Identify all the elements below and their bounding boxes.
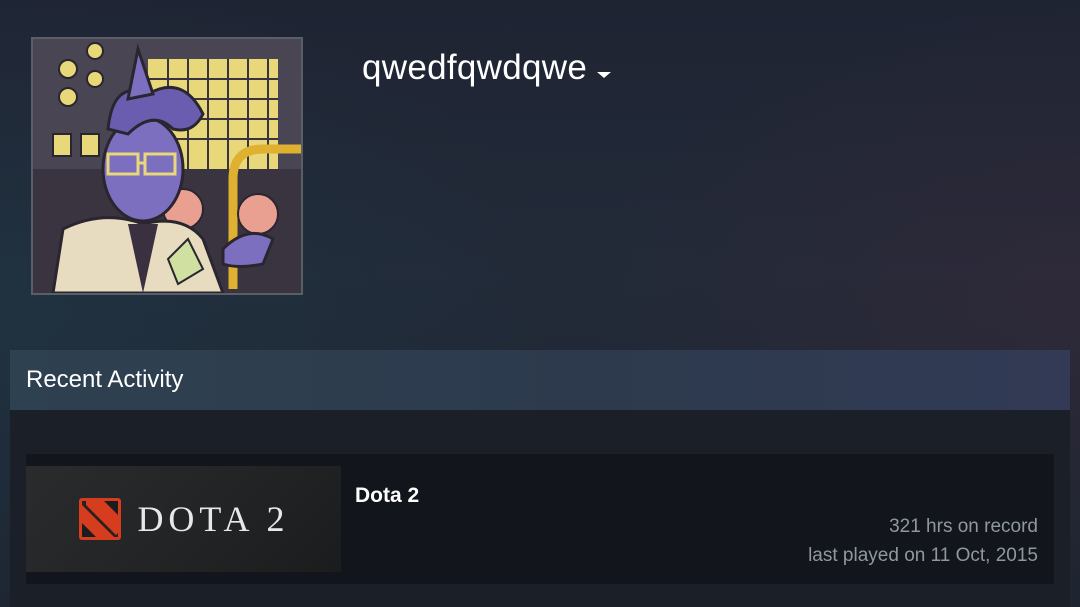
recent-activity-header: Recent Activity bbox=[10, 350, 1070, 410]
game-hours-on-record: 321 hrs on record bbox=[889, 516, 1038, 537]
game-name-link[interactable]: Dota 2 bbox=[355, 484, 419, 508]
avatar-illustration-icon bbox=[33, 39, 301, 293]
profile-avatar[interactable] bbox=[31, 37, 303, 295]
dota-wordmark: DOTA 2 bbox=[137, 499, 290, 539]
persona-name: qwedfqwdqwe bbox=[362, 48, 588, 87]
recent-activity-panel: Recent Activity DOTA 2 Dota 2 321 hrs on… bbox=[10, 350, 1070, 607]
persona-name-dropdown[interactable]: qwedfqwdqwe bbox=[362, 48, 612, 88]
game-capsule[interactable]: DOTA 2 bbox=[26, 466, 341, 572]
caret-down-icon bbox=[597, 72, 612, 78]
game-last-played: last played on 11 Oct, 2015 bbox=[808, 545, 1038, 566]
recent-game-row: DOTA 2 Dota 2 321 hrs on record last pla… bbox=[26, 454, 1054, 584]
dota-logo-icon bbox=[79, 498, 122, 540]
recent-activity-title: Recent Activity bbox=[26, 366, 184, 393]
